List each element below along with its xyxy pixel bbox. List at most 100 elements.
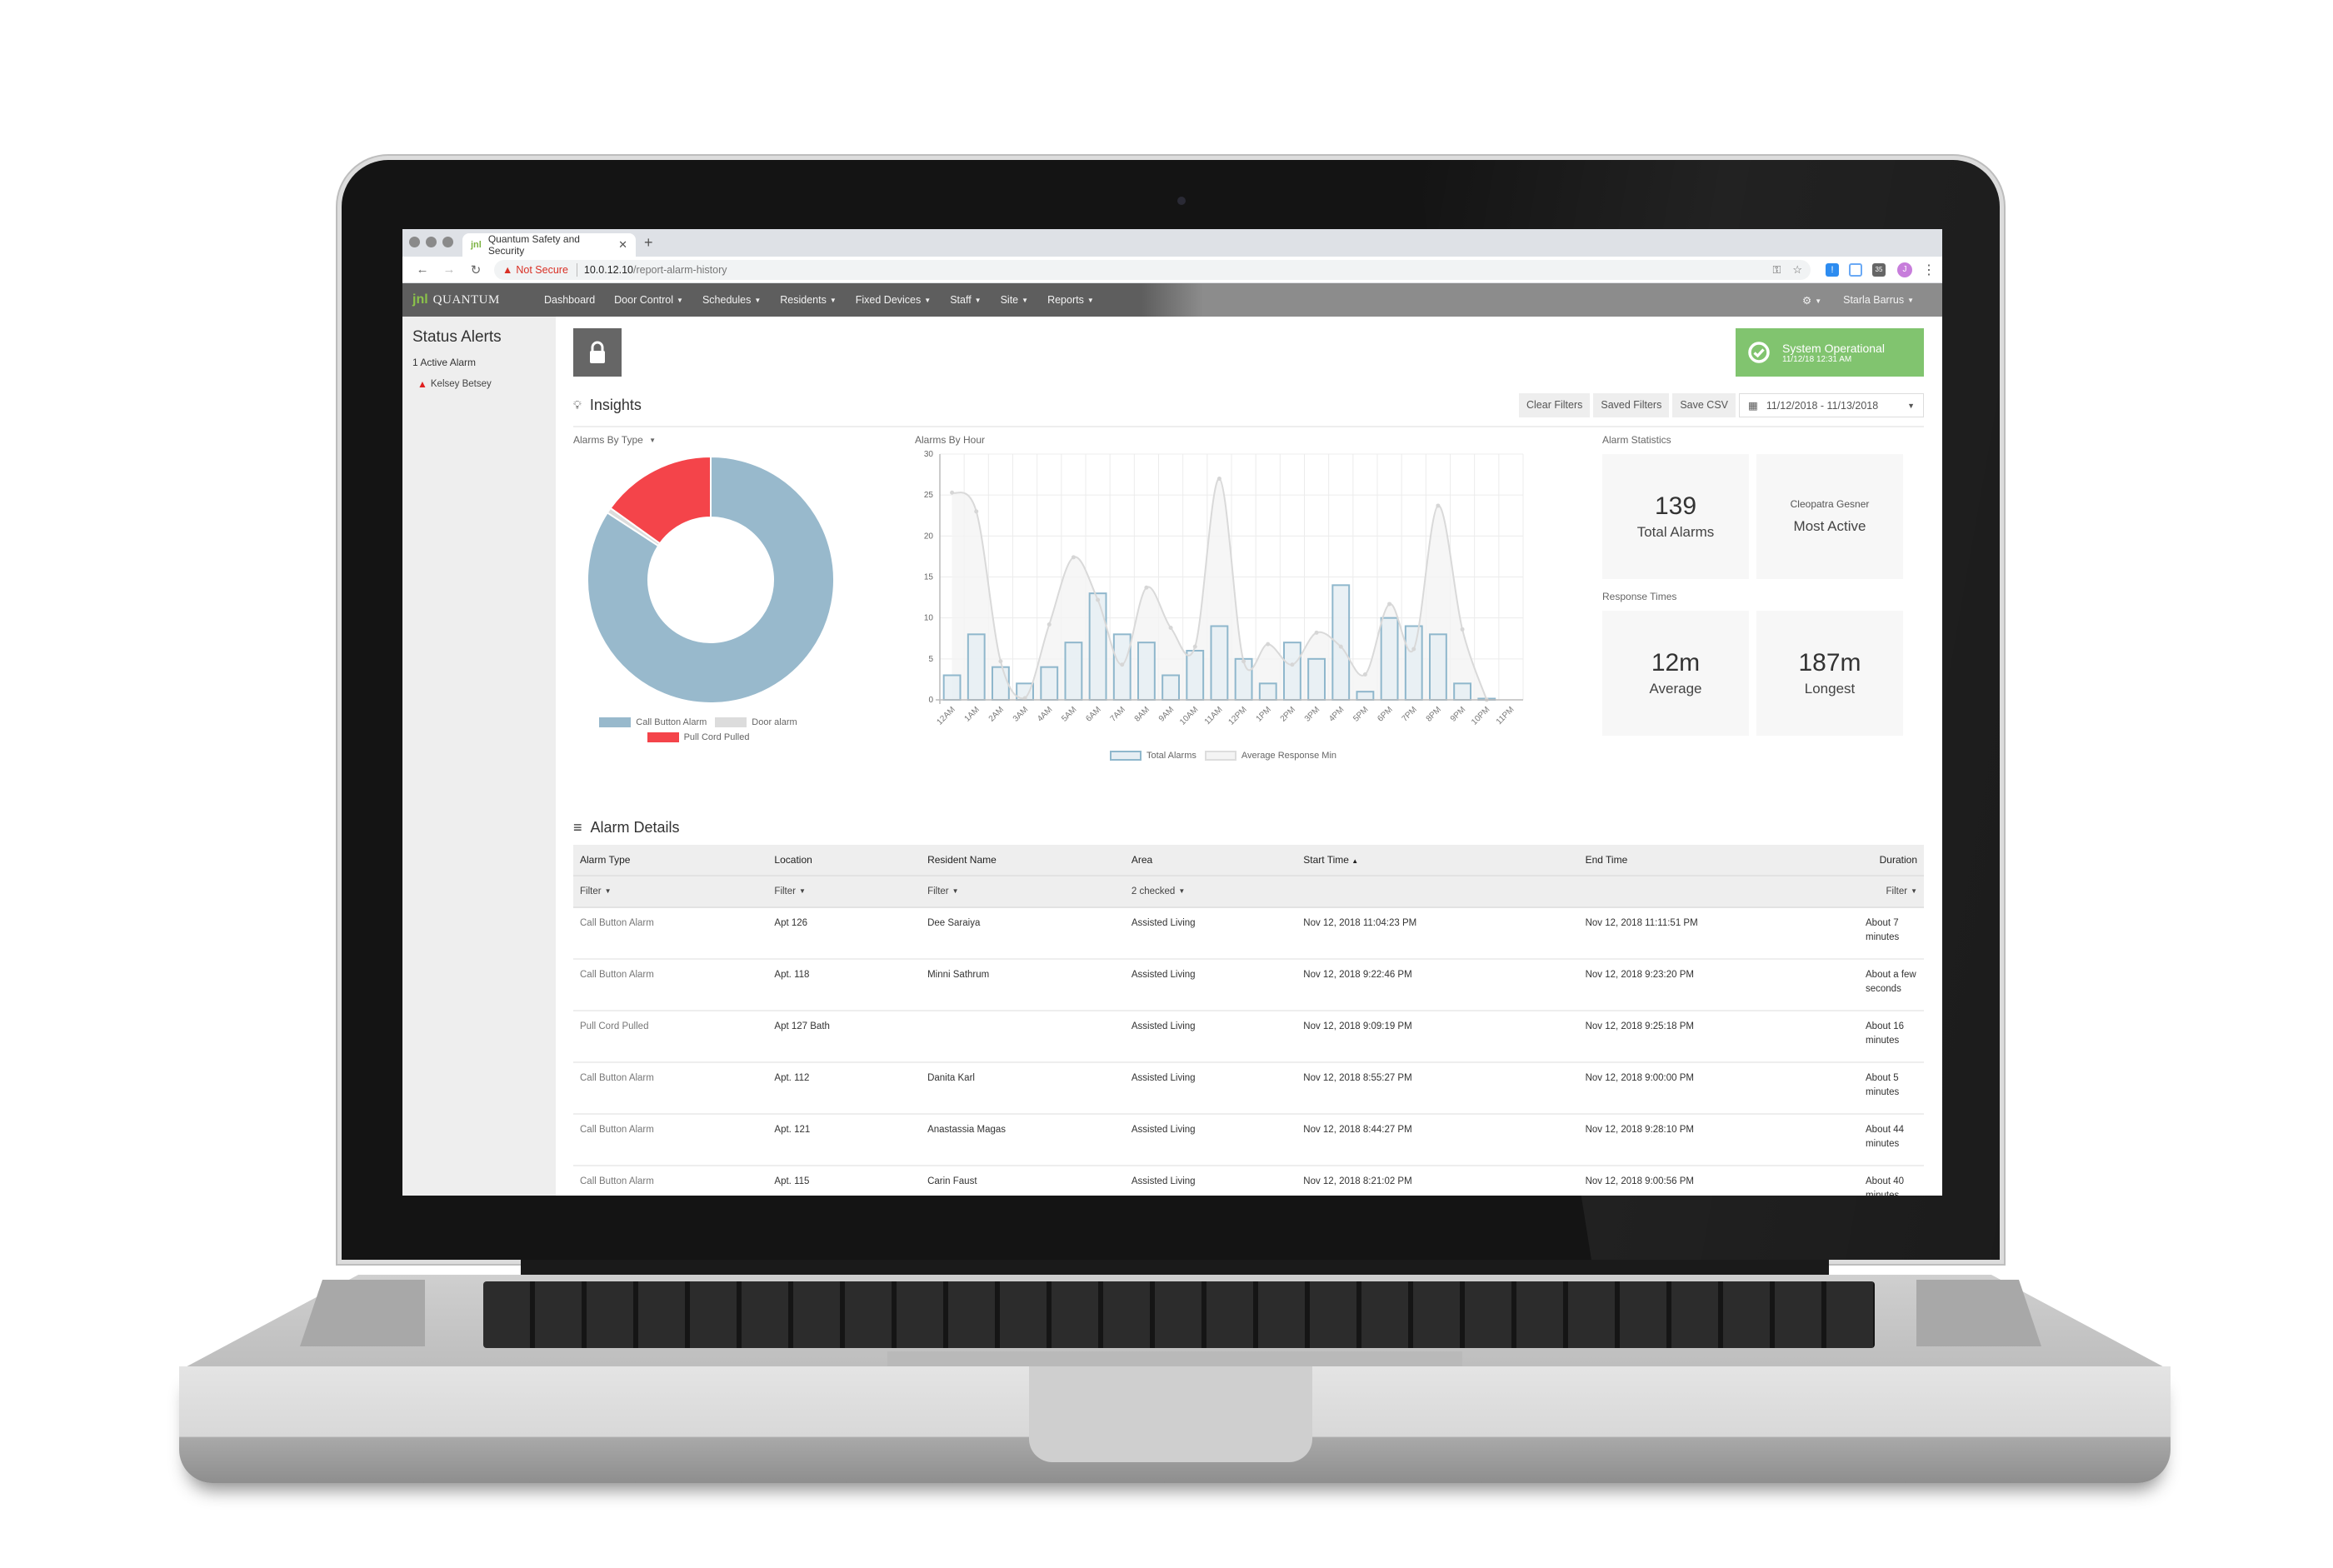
forward-button[interactable]: → (436, 262, 462, 277)
bar-4AM[interactable] (1040, 666, 1059, 701)
browser-menu-icon[interactable]: ⋮ (1922, 262, 1936, 278)
avg-response-point[interactable] (1216, 477, 1221, 481)
avg-response-point[interactable] (1460, 627, 1465, 632)
bar-9AM[interactable] (1162, 674, 1180, 701)
avg-response-point[interactable] (1436, 503, 1441, 508)
bar-6PM[interactable] (1380, 617, 1399, 702)
table-row[interactable]: Call Button Alarm Apt 126 Dee Saraiya Assis… (573, 907, 1924, 960)
avg-response-point[interactable] (1192, 644, 1197, 649)
col-end-time[interactable]: End Time (1578, 845, 1859, 876)
clear-filters-button[interactable]: Clear Filters (1519, 393, 1591, 417)
profile-avatar[interactable]: J (1897, 262, 1912, 277)
nav-residents[interactable]: Residents ▼ (780, 294, 837, 306)
bar-3PM[interactable] (1307, 657, 1326, 701)
avg-response-point[interactable] (950, 490, 955, 495)
filter-area[interactable]: 2 checked ▼ (1124, 875, 1297, 908)
col-area[interactable]: Area (1124, 845, 1297, 876)
bar-10AM[interactable] (1186, 650, 1205, 701)
reload-button[interactable]: ↻ (462, 262, 489, 277)
filter-location[interactable]: Filter ▼ (767, 875, 922, 908)
nav-dashboard[interactable]: Dashboard (544, 294, 595, 306)
maximize-window-button[interactable] (442, 237, 453, 247)
table-row[interactable]: Call Button Alarm Apt. 112 Danita Karl Assi… (573, 1062, 1924, 1115)
bar-5PM[interactable] (1356, 691, 1375, 701)
nav-door-control[interactable]: Door Control ▼ (614, 294, 683, 306)
bar-5AM[interactable] (1064, 642, 1083, 702)
close-tab-icon[interactable]: ✕ (618, 238, 627, 252)
avg-response-point[interactable] (1144, 585, 1149, 590)
extension-tag-icon[interactable] (1849, 262, 1862, 277)
avg-response-point[interactable] (1290, 662, 1295, 667)
bar-7AM[interactable] (1112, 633, 1132, 701)
bar-7PM[interactable] (1404, 625, 1423, 701)
filter-duration[interactable]: Filter ▼ (1859, 875, 1924, 908)
bar-1PM[interactable] (1258, 682, 1277, 702)
avg-response-point[interactable] (1266, 642, 1271, 647)
user-menu[interactable]: Starla Barrus ▼ (1843, 294, 1914, 306)
col-start-time[interactable]: Start Time ▲ (1296, 845, 1579, 876)
avg-response-point[interactable] (1096, 597, 1101, 602)
browser-tab[interactable]: jnl Quantum Safety and Security ✕ (462, 233, 636, 257)
avg-response-point[interactable] (1411, 647, 1416, 652)
url-input[interactable]: ▲ Not Secure 10.0.12.10 /report-alarm-hi… (494, 259, 1811, 280)
save-csv-button[interactable]: Save CSV (1672, 393, 1736, 417)
avg-response-point[interactable] (1314, 630, 1319, 635)
saved-filters-button[interactable]: Saved Filters (1593, 393, 1670, 417)
bar-6AM[interactable] (1088, 592, 1107, 702)
bookmark-star-icon[interactable]: ☆ (1792, 263, 1802, 277)
filter-alarm-type[interactable]: Filter ▼ (573, 875, 768, 908)
bar-8PM[interactable] (1429, 633, 1447, 701)
avg-response-point[interactable] (1362, 672, 1367, 677)
avg-response-point[interactable] (1071, 555, 1076, 560)
lock-button[interactable] (573, 328, 622, 377)
extension-calendar-icon[interactable]: 35 (1872, 262, 1886, 277)
avg-response-point[interactable] (1168, 625, 1173, 630)
close-window-button[interactable] (409, 237, 420, 247)
bar-11AM[interactable] (1210, 625, 1229, 701)
bar-2AM[interactable] (992, 666, 1010, 701)
bar-8AM[interactable] (1137, 642, 1156, 702)
filter-resident[interactable]: Filter ▼ (921, 875, 1125, 908)
table-row[interactable]: Pull Cord Pulled Apt 127 Bath Assisted Liv… (573, 1011, 1924, 1063)
table-row[interactable]: Call Button Alarm Apt. 121 Anastassia Maga… (573, 1114, 1924, 1166)
legend-item[interactable]: Call Button Alarm (599, 717, 707, 728)
alarms-by-type-dropdown[interactable]: Alarms By Type ▼ (573, 434, 915, 446)
col-duration[interactable]: Duration (1859, 845, 1924, 876)
table-row[interactable]: Call Button Alarm Apt. 115 Carin Faust Assi… (573, 1166, 1924, 1196)
table-row[interactable]: Call Button Alarm Apt. 118 Minni Sathrum As… (573, 959, 1924, 1011)
col-resident-name[interactable]: Resident Name (921, 845, 1125, 876)
settings-menu[interactable]: ⚙ ▼ (1802, 294, 1821, 307)
avg-response-point[interactable] (1338, 644, 1343, 649)
legend-item[interactable]: Total Alarms (1109, 751, 1196, 762)
avg-response-point[interactable] (1241, 659, 1246, 664)
nav-site[interactable]: Site ▼ (1001, 294, 1028, 306)
new-tab-button[interactable]: + (644, 234, 653, 252)
minimize-window-button[interactable] (426, 237, 437, 247)
nav-staff[interactable]: Staff ▼ (950, 294, 981, 306)
avg-response-point[interactable] (1047, 622, 1052, 627)
col-location[interactable]: Location (767, 845, 922, 876)
avg-response-point[interactable] (1387, 602, 1392, 607)
avg-response-point[interactable] (998, 659, 1003, 664)
avg-response-point[interactable] (974, 509, 979, 514)
nav-schedules[interactable]: Schedules ▼ (702, 294, 761, 306)
active-alarm-item[interactable]: ▲ Kelsey Betsey (412, 378, 546, 390)
legend-item[interactable]: Pull Cord Pulled (647, 732, 749, 743)
security-indicator[interactable]: ▲ Not Secure (502, 264, 568, 276)
bar-4PM[interactable] (1331, 584, 1351, 701)
legend-item[interactable]: Average Response Min (1204, 751, 1336, 762)
key-icon[interactable]: ⚿ (1772, 263, 1781, 277)
bar-12AM[interactable] (942, 674, 962, 701)
nav-reports[interactable]: Reports ▼ (1047, 294, 1094, 306)
avg-response-point[interactable] (1120, 662, 1125, 667)
col-alarm-type[interactable]: Alarm Type (573, 845, 768, 876)
bar-12PM[interactable] (1234, 657, 1253, 701)
brand-logo[interactable]: jnl QUANTUM (402, 292, 544, 307)
legend-item[interactable]: Door alarm (715, 717, 797, 728)
date-range-picker[interactable]: ▦ 11/12/2018 - 11/13/2018 ▼ (1739, 393, 1924, 417)
extension-alert-icon[interactable]: ! (1826, 262, 1839, 277)
bar-9PM[interactable] (1453, 682, 1472, 702)
back-button[interactable]: ← (409, 262, 436, 277)
nav-fixed-devices[interactable]: Fixed Devices ▼ (856, 294, 931, 306)
bar-1AM[interactable] (967, 633, 986, 701)
